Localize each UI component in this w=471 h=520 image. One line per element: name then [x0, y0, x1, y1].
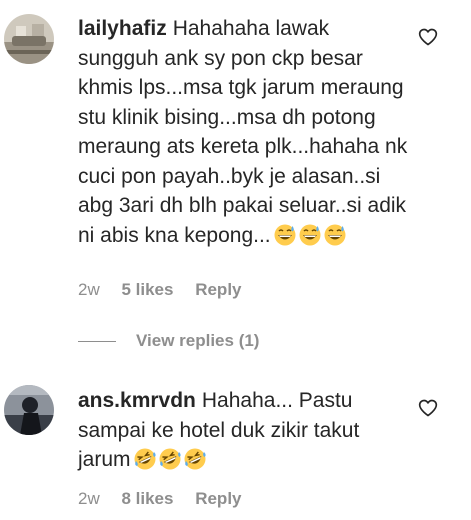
- rolling-laughing-emoji: [184, 448, 206, 470]
- comment-username[interactable]: ans.kmrvdn: [78, 389, 196, 412]
- view-replies-button[interactable]: View replies (1): [78, 330, 259, 352]
- divider-line: [78, 340, 116, 342]
- comment-text: lailyhafiz Hahahaha lawak sungguh ank sy …: [78, 14, 408, 250]
- rolling-laughing-emoji: [159, 448, 181, 470]
- comment-body: Hahahaha lawak sungguh ank sy pon ckp be…: [78, 17, 408, 247]
- comment-time: 2w: [78, 280, 100, 299]
- likes-count[interactable]: 8 likes: [121, 489, 173, 509]
- avatar[interactable]: [4, 385, 54, 435]
- like-heart-icon[interactable]: [418, 27, 438, 47]
- grinning-sweat-emoji: [299, 224, 321, 246]
- grinning-sweat-emoji: [274, 224, 296, 246]
- like-heart-icon[interactable]: [418, 398, 438, 418]
- comment-username[interactable]: lailyhafiz: [78, 17, 167, 40]
- reply-button[interactable]: Reply: [195, 280, 241, 300]
- view-replies-label: View replies (1): [136, 331, 260, 350]
- comment-time: 2w: [78, 489, 100, 508]
- grinning-sweat-emoji: [324, 224, 346, 246]
- comment-meta: 2w 8 likes Reply: [78, 489, 242, 509]
- reply-button[interactable]: Reply: [195, 489, 241, 509]
- rolling-laughing-emoji: [134, 448, 156, 470]
- avatar[interactable]: [4, 14, 54, 64]
- comment-text: ans.kmrvdn Hahaha... Pastu sampai ke hote…: [78, 386, 408, 475]
- likes-count[interactable]: 5 likes: [121, 280, 173, 300]
- comment-meta: 2w 5 likes Reply: [78, 280, 242, 300]
